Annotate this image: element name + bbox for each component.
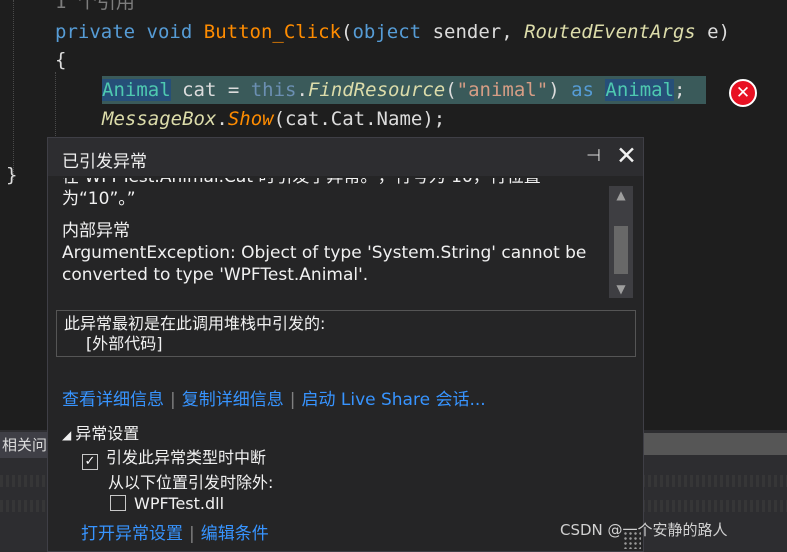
message-line: 为“10”。” [62, 189, 136, 209]
var-decl: cat = [170, 79, 251, 101]
exception-popup: 已引发异常 ⊣ ✕ 在 WPFTest.Animal.Cat 时引发了异常。”，… [47, 137, 644, 552]
copy-details-link[interactable]: 复制详细信息 [182, 390, 284, 410]
call-stack-entry[interactable]: [外部代码] [64, 334, 635, 354]
error-icon[interactable]: ✕ [729, 79, 757, 107]
message-scrollbar[interactable]: ▲ ▼ [609, 186, 633, 298]
paren-close: ) [548, 79, 560, 101]
exception-settings-label: 异常设置 [75, 424, 140, 443]
message-line: 在 WPFTest.Animal.Cat 时引发了异常。”，行号为 10，行位置 [62, 178, 602, 188]
dll-checkbox[interactable] [110, 495, 126, 511]
brace-open: { [55, 49, 67, 71]
semicolon: ; [674, 79, 686, 101]
popup-header: 已引发异常 ⊣ ✕ [48, 138, 643, 176]
panel-toolbar [640, 433, 787, 455]
open-paren: ( [341, 21, 353, 43]
param-e: e) [707, 21, 731, 43]
string-literal: "animal" [456, 79, 549, 101]
keyword-this: this [250, 79, 297, 101]
keyword-private: private [55, 21, 136, 43]
brace-close: } [6, 164, 18, 186]
inner-exception-text: ArgumentException: Object of type 'Syste… [62, 243, 587, 263]
open-exception-settings-link[interactable]: 打开异常设置 [81, 524, 183, 544]
break-checkbox[interactable]: ✓ [82, 454, 98, 470]
scroll-down-icon[interactable]: ▼ [609, 280, 633, 298]
param-sender: sender, [432, 21, 513, 43]
messagebox-class: MessageBox [102, 108, 217, 130]
indent-guide [13, 0, 14, 180]
show-method: Show [227, 108, 274, 130]
settings-links: 打开异常设置 | 编辑条件 [81, 524, 269, 544]
keyword-object: object [352, 21, 422, 43]
action-links: 查看详细信息 | 复制详细信息 | 启动 Live Share 会话... [62, 390, 486, 410]
break-on-throw-row[interactable]: ✓ 引发此异常类型时中断 [82, 444, 266, 470]
scroll-thumb[interactable] [614, 226, 628, 274]
dot: . [296, 79, 308, 101]
scroll-up-icon[interactable]: ▲ [609, 186, 633, 204]
indent-guide [55, 72, 56, 140]
pin-icon[interactable]: ⊣ [586, 146, 601, 166]
break-label: 引发此异常类型时中断 [106, 448, 267, 467]
keyword-void: void [146, 21, 193, 43]
watermark: CSDN @一个安静的路人 [560, 521, 728, 539]
exception-message: 在 WPFTest.Animal.Cat 时引发了异常。”，行号为 10，行位置… [62, 178, 602, 300]
method-name: Button_Click [203, 21, 342, 43]
except-from-label: 从以下位置引发时除外: [108, 473, 274, 492]
keyword-as: as [559, 79, 606, 101]
call-stack-header: 此异常最初是在此调用堆栈中引发的: [64, 314, 326, 333]
type-animal: Animal [102, 79, 171, 101]
inner-exception-text: converted to type 'WPFTest.Animal'. [62, 265, 369, 285]
param-type: RoutedEventArgs [524, 21, 696, 43]
exception-settings-toggle[interactable]: ◢ 异常设置 [62, 420, 139, 444]
dot: . [216, 108, 228, 130]
view-details-link[interactable]: 查看详细信息 [62, 390, 164, 410]
dll-exclusion-row[interactable]: WPFTest.dll [110, 494, 224, 513]
live-share-link[interactable]: 启动 Live Share 会话... [301, 390, 485, 410]
popup-title: 已引发异常 [62, 152, 147, 172]
messagebox-line: MessageBox.Show(cat.Cat.Name); [102, 105, 445, 134]
dll-label: WPFTest.dll [134, 494, 225, 513]
method-signature: private void Button_Click(object sender,… [55, 18, 730, 47]
type-animal-cast: Animal [605, 79, 675, 101]
reference-count[interactable]: 1 个引用 [55, 0, 135, 17]
paren-open: ( [445, 79, 457, 101]
tab-related[interactable]: 相关问 [0, 432, 49, 458]
close-icon[interactable]: ✕ [616, 141, 637, 170]
error-line[interactable]: Animal cat = this.FindResource("animal")… [102, 76, 686, 105]
collapse-triangle-icon: ◢ [62, 428, 72, 442]
show-args: (cat.Cat.Name); [273, 108, 446, 130]
edit-conditions-link[interactable]: 编辑条件 [201, 524, 269, 544]
call-stack-box: 此异常最初是在此调用堆栈中引发的: [外部代码] [56, 310, 636, 357]
find-resource-call: FindResource [307, 79, 446, 101]
inner-exception-header: 内部异常 [62, 221, 130, 241]
